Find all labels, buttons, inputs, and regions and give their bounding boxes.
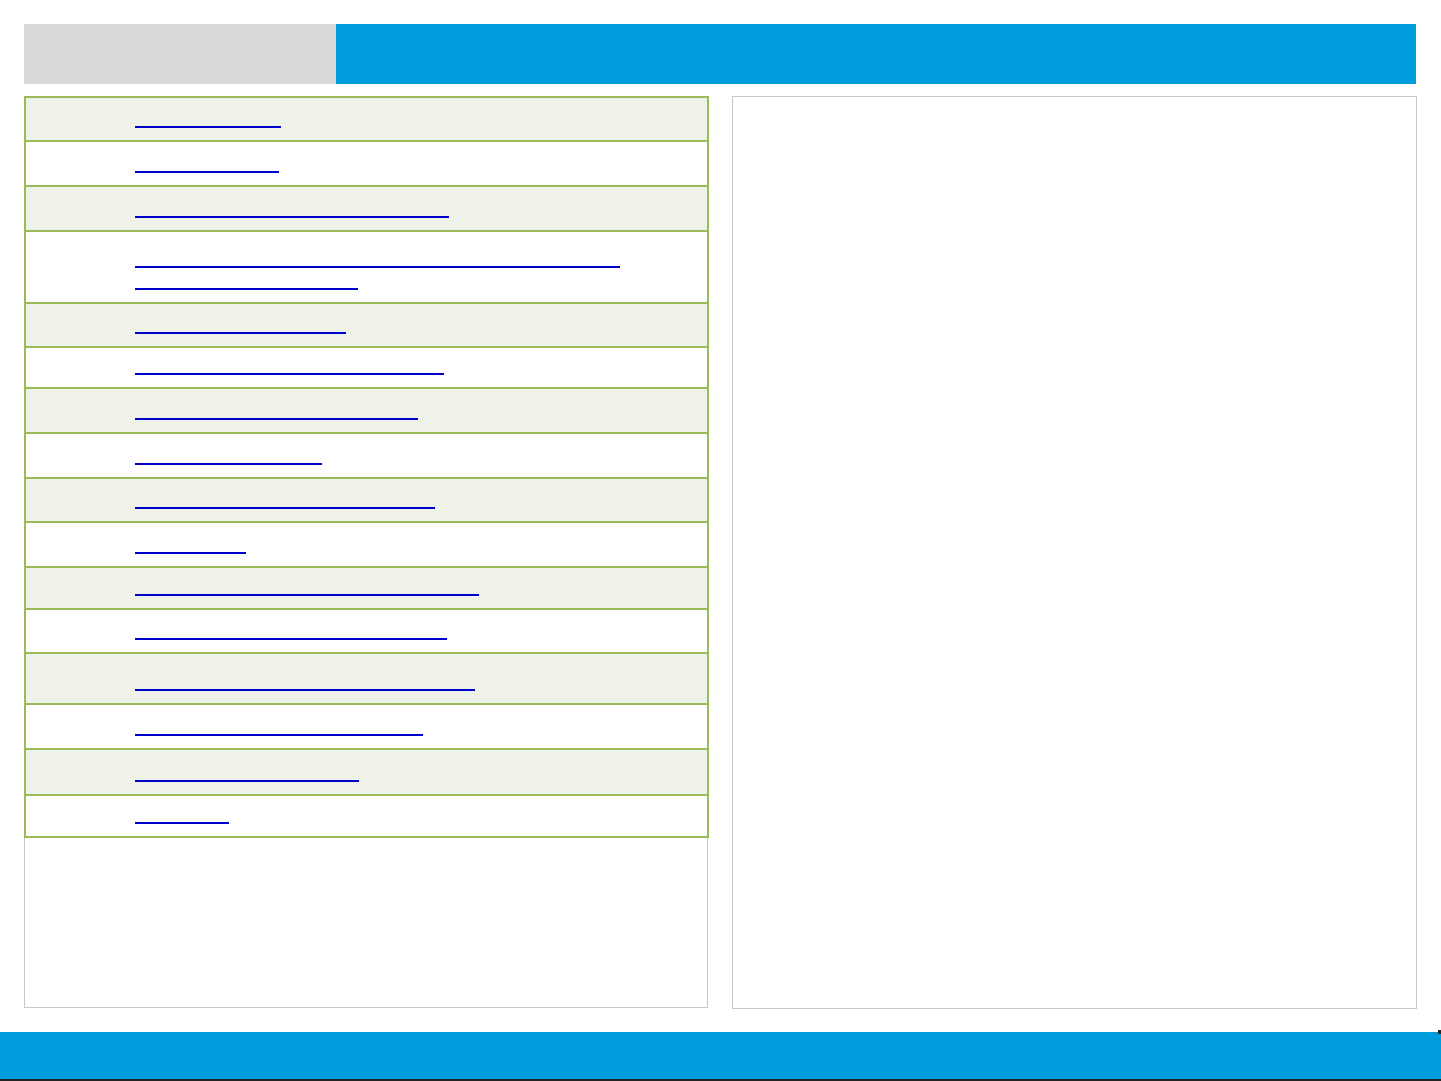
- link-row: [26, 142, 707, 187]
- link-row: [26, 610, 707, 654]
- link-underline[interactable]: [135, 734, 423, 736]
- link-underline[interactable]: [135, 171, 279, 173]
- link-list: [24, 96, 709, 838]
- link-row: [26, 479, 707, 523]
- link-row: [26, 523, 707, 568]
- content-panel: [732, 96, 1417, 1009]
- link-row: [26, 568, 707, 610]
- link-underline[interactable]: [135, 463, 322, 465]
- link-row: [26, 304, 707, 348]
- link-underline[interactable]: [135, 266, 620, 268]
- link-underline[interactable]: [135, 332, 346, 334]
- link-underline[interactable]: [135, 373, 444, 375]
- link-underline[interactable]: [135, 822, 229, 824]
- link-underline[interactable]: [135, 780, 359, 782]
- link-row: [26, 796, 707, 838]
- link-underline[interactable]: [135, 594, 479, 596]
- link-underline[interactable]: [135, 689, 475, 691]
- link-underline[interactable]: [135, 638, 447, 640]
- link-row: [26, 705, 707, 750]
- link-underline[interactable]: [135, 216, 449, 218]
- link-row: [26, 98, 707, 142]
- link-row: [26, 750, 707, 796]
- footer-bar: [0, 1032, 1441, 1079]
- link-row: [26, 389, 707, 434]
- header-banner: [336, 24, 1416, 84]
- link-row: [26, 187, 707, 232]
- link-row: [26, 232, 707, 304]
- link-underline[interactable]: [135, 507, 435, 509]
- link-row: [26, 654, 707, 705]
- link-underline[interactable]: [135, 126, 281, 128]
- header-logo-area: [24, 24, 336, 84]
- link-underline[interactable]: [135, 288, 358, 290]
- link-row: [26, 434, 707, 479]
- link-underline[interactable]: [135, 418, 418, 420]
- link-row: [26, 348, 707, 389]
- link-underline[interactable]: [135, 552, 246, 554]
- page: [0, 0, 1441, 1081]
